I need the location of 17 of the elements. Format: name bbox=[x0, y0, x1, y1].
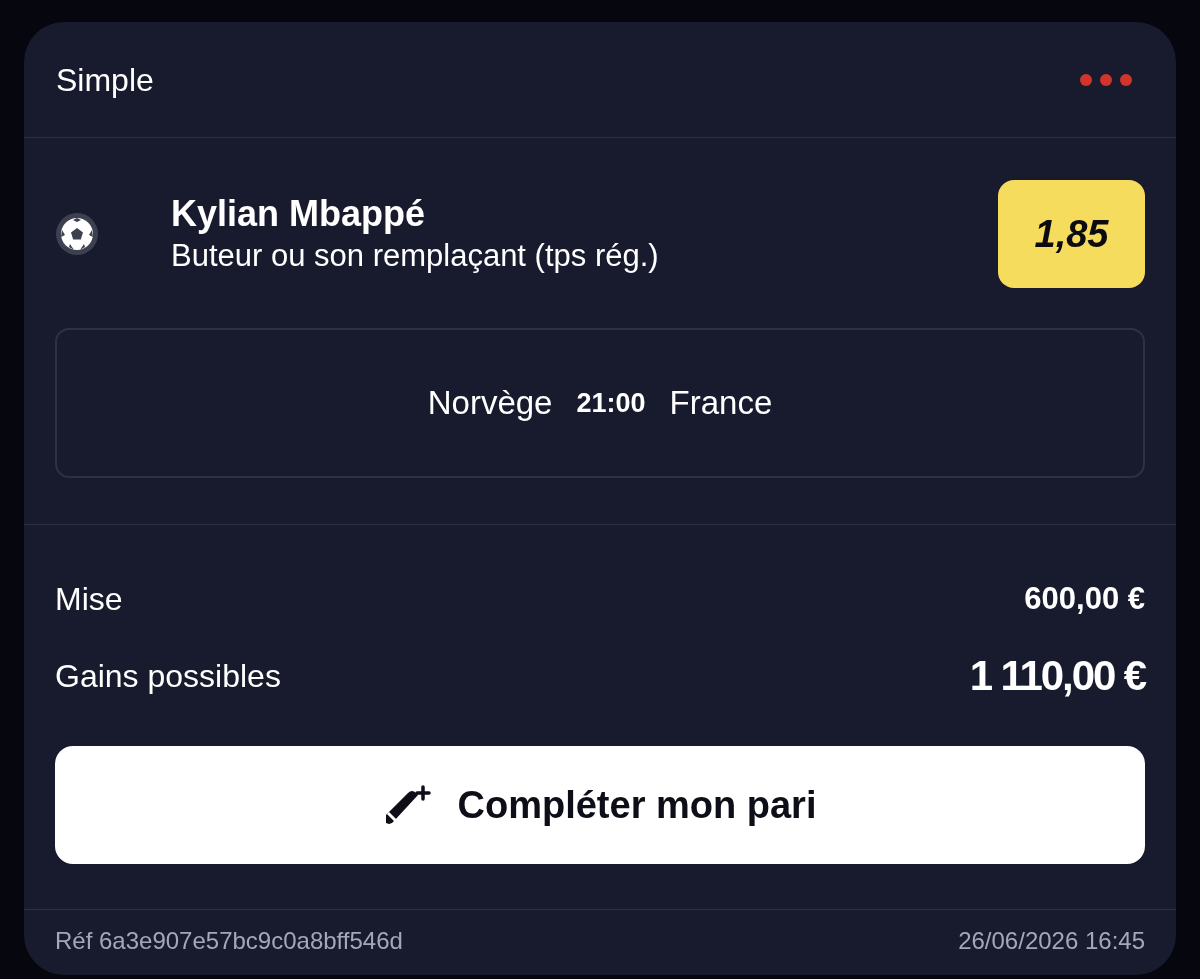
more-options-icon[interactable] bbox=[1080, 73, 1132, 86]
bet-reference: Réf 6a3e907e57bc9c0a8bff546d bbox=[55, 925, 403, 956]
player-name: Kylian Mbappé bbox=[171, 192, 427, 236]
bet-type-title: Simple bbox=[56, 60, 154, 100]
complete-bet-button[interactable]: Compléter mon pari bbox=[55, 746, 1145, 864]
home-team: Norvège bbox=[427, 383, 553, 423]
stake-label: Mise bbox=[55, 580, 123, 619]
bet-date: 26/06/2026 16:45 bbox=[958, 925, 1145, 956]
payout-amount: 1 110,00 € bbox=[969, 652, 1145, 700]
stake-amount: 600,00 € bbox=[1024, 580, 1145, 618]
pencil-plus-icon bbox=[383, 783, 432, 827]
market-name: Buteur ou son remplaçant (tps rég.) bbox=[171, 237, 660, 275]
odds-badge: 1,85 bbox=[998, 180, 1145, 288]
payout-label: Gains possibles bbox=[55, 657, 281, 696]
away-team: France bbox=[669, 383, 773, 423]
match-time: 21:00 bbox=[576, 387, 646, 420]
soccer-ball-icon bbox=[56, 213, 98, 255]
